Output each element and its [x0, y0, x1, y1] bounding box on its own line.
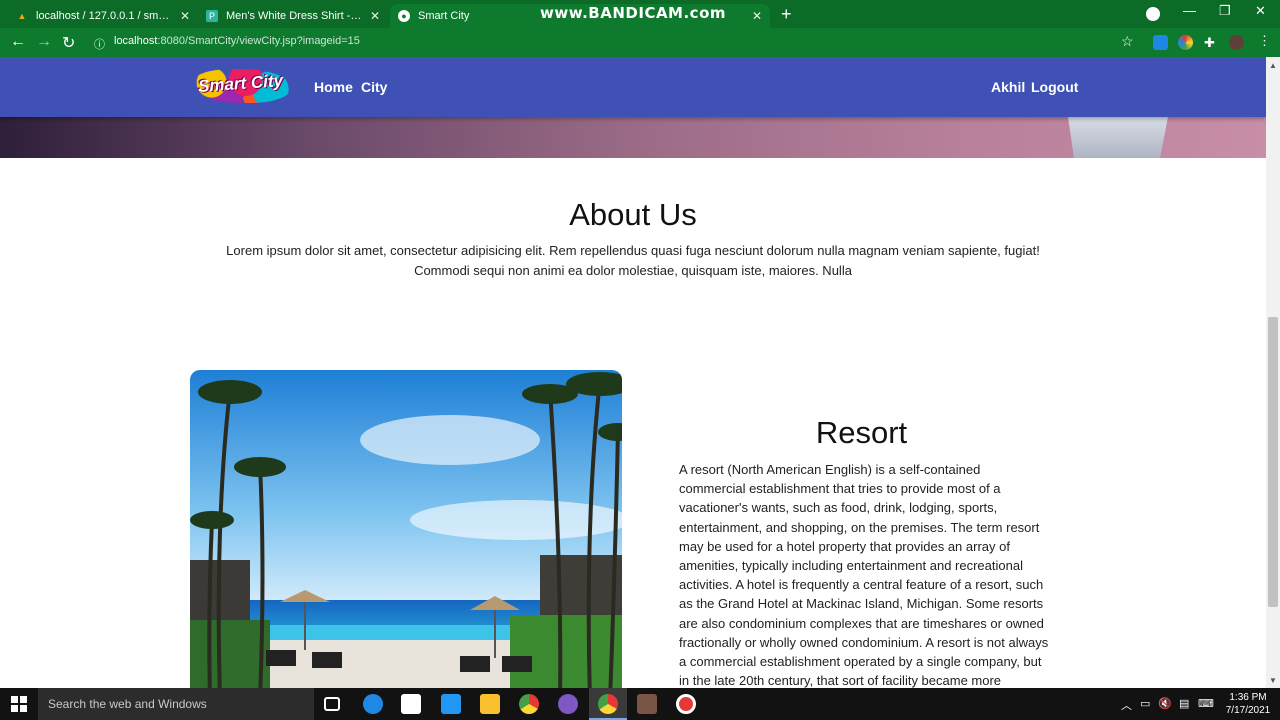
tab-label: localhost / 127.0.0.1 / smartcity / — [36, 10, 174, 22]
game-icon[interactable] — [637, 694, 657, 714]
smart-city-logo[interactable]: Smart City — [192, 67, 290, 105]
site-favicon-icon: P — [206, 10, 218, 22]
tab-shirt[interactable]: P Men's White Dress Shirt - Free St ✕ — [198, 4, 388, 28]
site-navbar: Smart City Home City Akhil Logout — [0, 57, 1266, 117]
scrollbar-thumb[interactable] — [1268, 317, 1278, 607]
taskbar-search-input[interactable]: Search the web and Windows — [38, 688, 314, 720]
scroll-down-arrow-icon[interactable]: ▼ — [1269, 676, 1277, 685]
task-view-icon[interactable] — [324, 697, 340, 711]
window-close-icon[interactable]: ✕ — [1255, 3, 1266, 19]
vscode-icon[interactable] — [441, 694, 461, 714]
avatar[interactable] — [1229, 35, 1244, 50]
hero-image-strip — [0, 117, 1266, 158]
browser-tab-bar: ▲ localhost / 127.0.0.1 / smartcity / ✕ … — [0, 0, 1280, 28]
chrome-active-icon[interactable] — [598, 694, 618, 714]
chrome-icon[interactable] — [519, 694, 539, 714]
minimize-icon[interactable]: — — [1183, 3, 1196, 18]
clock-date: 7/17/2021 — [1225, 705, 1271, 716]
tab-phpmyadmin[interactable]: ▲ localhost / 127.0.0.1 / smartcity / ✕ — [8, 4, 198, 28]
extension-s-icon[interactable] — [1153, 35, 1168, 50]
phpmyadmin-icon: ▲ — [17, 11, 27, 21]
tray-chevron-icon[interactable]: ︿ — [1121, 697, 1132, 713]
taskbar-clock[interactable]: 1:36 PM 7/17/2021 — [1222, 691, 1274, 717]
close-icon[interactable]: ✕ — [752, 9, 762, 23]
file-explorer-icon[interactable] — [480, 694, 500, 714]
nav-city-link[interactable]: City — [361, 79, 387, 95]
notification-icon[interactable]: ▤ — [1179, 697, 1189, 710]
restore-icon[interactable]: ❐ — [1219, 3, 1231, 19]
hero-boat — [1068, 117, 1168, 158]
nav-home-link[interactable]: Home — [314, 79, 353, 95]
windows-start-button[interactable] — [0, 688, 38, 720]
info-icon[interactable]: ⓘ — [94, 36, 105, 52]
globe-icon: ● — [398, 10, 410, 22]
url-field[interactable]: localhost:8080/SmartCity/viewCity.jsp?im… — [114, 35, 360, 47]
windows-logo-icon — [11, 696, 27, 712]
bookmark-star-icon[interactable]: ☆ — [1121, 33, 1134, 50]
close-icon[interactable]: ✕ — [370, 9, 380, 23]
scroll-up-arrow-icon[interactable]: ▲ — [1269, 61, 1277, 70]
tab-label: Men's White Dress Shirt - Free St — [226, 10, 364, 22]
forward-arrow-icon[interactable]: → — [36, 33, 52, 51]
keyboard-icon[interactable]: ⌨ — [1198, 697, 1214, 710]
nav-user-link[interactable]: Akhil — [991, 79, 1025, 95]
place-title: Resort — [815, 415, 908, 450]
extension-color-icon[interactable] — [1178, 35, 1193, 50]
menu-dots-icon[interactable]: ⋮ — [1258, 33, 1271, 49]
app-icon[interactable] — [558, 694, 578, 714]
puzzle-extensions-icon[interactable]: ✚ — [1204, 35, 1215, 51]
page-content: Smart City Home City Akhil Logout About … — [0, 57, 1266, 688]
url-path: :8080/SmartCity/viewCity.jsp?imageid=15 — [157, 35, 360, 47]
bandicam-watermark: www.BANDICAM.com — [540, 4, 727, 22]
clock-time: 1:36 PM — [1229, 692, 1267, 703]
url-host: localhost — [114, 35, 158, 47]
resort-photo — [190, 370, 622, 688]
address-bar-row: ← → ↻ ⓘ localhost:8080/SmartCity/viewCit… — [0, 28, 1280, 57]
edge-icon[interactable] — [363, 694, 383, 714]
about-text: Lorem ipsum dolor sit amet, consectetur … — [226, 243, 1040, 278]
battery-icon[interactable]: ▭ — [1140, 697, 1150, 710]
profile-dot-icon[interactable] — [1146, 7, 1160, 21]
back-arrow-icon[interactable]: ← — [10, 33, 26, 51]
new-tab-plus-icon[interactable]: + — [781, 4, 792, 25]
volume-muted-icon[interactable]: 🔇 — [1158, 697, 1172, 710]
windows-taskbar: Search the web and Windows ︿ ▭ 🔇 ▤ ⌨ 1:3… — [0, 688, 1280, 720]
close-icon[interactable]: ✕ — [180, 9, 190, 23]
bandicam-record-icon[interactable] — [676, 694, 696, 714]
store-icon[interactable] — [401, 694, 421, 714]
about-title: About Us — [569, 197, 697, 232]
page-scrollbar[interactable]: ▲ ▼ — [1266, 57, 1280, 688]
resort-image — [190, 370, 622, 688]
nav-logout-link[interactable]: Logout — [1031, 79, 1078, 95]
reload-icon[interactable]: ↻ — [62, 33, 75, 53]
place-description: A resort (North American English) is a s… — [679, 462, 1049, 688]
